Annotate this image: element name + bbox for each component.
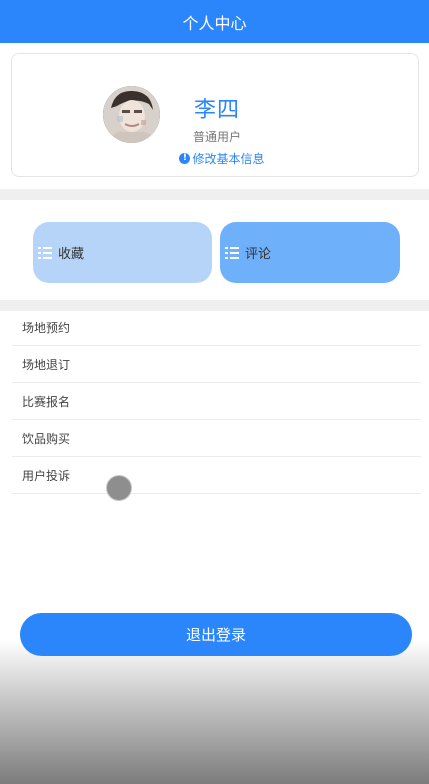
menu-item-label: 比赛报名 bbox=[22, 394, 71, 409]
bottom-overlay bbox=[0, 640, 429, 784]
user-role: 普通用户 bbox=[192, 130, 241, 144]
list-icon bbox=[225, 246, 239, 259]
section-divider bbox=[0, 189, 429, 200]
app-header: 个人中心 bbox=[0, 0, 429, 43]
logout-button[interactable]: 退出登录 bbox=[20, 613, 412, 656]
menu-item-user-complaint[interactable]: 用户投诉 bbox=[12, 457, 421, 494]
menu-list: 场地预约 场地退订 比赛报名 饮品购买 用户投诉 bbox=[12, 309, 421, 494]
menu-item-label: 场地退订 bbox=[22, 357, 71, 372]
menu-item-drink-purchase[interactable]: 饮品购买 bbox=[12, 420, 421, 457]
comments-label: 评论 bbox=[245, 247, 272, 262]
edit-profile-link[interactable]: ! 修改基本信息 bbox=[172, 150, 272, 167]
page-title: 个人中心 bbox=[182, 13, 247, 33]
list-icon bbox=[38, 246, 52, 259]
profile-card: 李四 普通用户 ! 修改基本信息 bbox=[11, 53, 419, 177]
logout-label: 退出登录 bbox=[185, 626, 246, 644]
avatar[interactable] bbox=[103, 86, 160, 143]
menu-item-match-signup[interactable]: 比赛报名 bbox=[12, 383, 421, 420]
touch-indicator bbox=[106, 475, 132, 501]
menu-item-venue-cancel[interactable]: 场地退订 bbox=[12, 346, 421, 383]
menu-item-venue-booking[interactable]: 场地预约 bbox=[12, 309, 421, 346]
info-icon: ! bbox=[179, 153, 191, 164]
comments-button[interactable]: 评论 bbox=[220, 222, 400, 283]
menu-item-label: 用户投诉 bbox=[22, 468, 71, 483]
menu-item-label: 饮品购买 bbox=[22, 431, 71, 446]
favorites-label: 收藏 bbox=[58, 247, 85, 262]
edit-profile-label: 修改基本信息 bbox=[192, 152, 265, 166]
user-name: 李四 bbox=[193, 98, 240, 123]
menu-item-label: 场地预约 bbox=[22, 320, 71, 335]
favorites-button[interactable]: 收藏 bbox=[33, 222, 212, 283]
